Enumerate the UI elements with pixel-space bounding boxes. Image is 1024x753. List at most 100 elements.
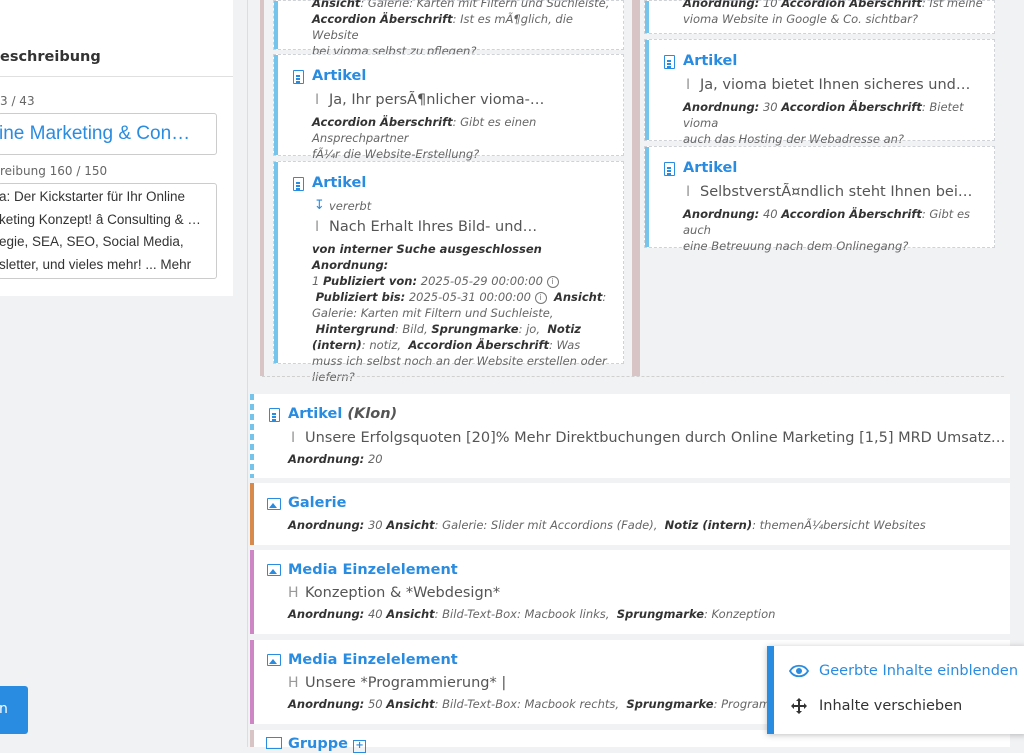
- meta-value: Bild,: [402, 322, 428, 336]
- save-button-label: n: [0, 701, 8, 717]
- card-title[interactable]: Artikel: [312, 175, 366, 191]
- context-menu-accent: [767, 646, 774, 734]
- row-meta: Anordnung: 30 Ansicht: Galerie: Slider m…: [288, 518, 926, 532]
- description-line: a: Der Kickstarter für Ihr Online: [0, 189, 186, 204]
- card-header: Ja, vioma bietet Ihnen sicheres und…: [700, 77, 971, 93]
- row-title[interactable]: Galerie: [288, 495, 346, 511]
- card-title[interactable]: Artikel: [683, 53, 737, 69]
- meta-value: Bild-Text-Box: Macbook links,: [442, 607, 610, 621]
- meta-value: Konzeption: [711, 607, 776, 621]
- article-card[interactable]: Ansicht: Galerie: Karten mit Filtern und…: [273, 0, 624, 58]
- meta-label: Anordnung:: [288, 607, 365, 621]
- move-content-item[interactable]: Inhalte verschieben: [789, 692, 1024, 722]
- meta-value: auch das Hosting der Webadresse an?: [683, 132, 905, 146]
- article-card[interactable]: Artikel Ⅰ SelbstverstÃ¤ndlich steht Ihne…: [644, 146, 995, 253]
- document-icon: [664, 55, 675, 69]
- meta-label: Anordnung:: [288, 518, 365, 532]
- clone-label: (Klon): [347, 406, 398, 422]
- article-card-bar: [274, 1, 278, 49]
- row-header: Unsere Erfolgsquoten [20]% Mehr Direktbu…: [305, 430, 1006, 446]
- row-header: Konzeption & *Webdesign*: [305, 585, 501, 601]
- row-header: Unsere *Programmierung* |: [305, 675, 507, 691]
- meta-value: 40: [762, 207, 778, 221]
- meta-label: Accordion Äberschrift: [781, 100, 922, 114]
- meta-value: Galerie: Slider mit Accordions (Fade),: [442, 518, 658, 532]
- card-meta: Anordnung: 10 Accordion Äberschrift: Ist…: [683, 0, 988, 27]
- show-inherited-content-label: Geerbte Inhalte einblenden: [819, 663, 1019, 679]
- content-row-gallery[interactable]: Galerie Anordnung: 30 Ansicht: Galerie: …: [250, 483, 1010, 545]
- card-header: Ja, Ihr persÃ¶nlicher vioma-…: [329, 92, 545, 108]
- meta-label: Sprungmarke: [431, 322, 519, 336]
- image-icon: [267, 498, 281, 510]
- show-inherited-content-item[interactable]: Geerbte Inhalte einblenden: [789, 657, 1024, 687]
- card-title[interactable]: Artikel: [683, 160, 737, 176]
- image-icon: [267, 564, 281, 576]
- row-title-text: Artikel: [288, 406, 343, 422]
- meta-value: Ist meine: [929, 0, 983, 10]
- card-header: SelbstverstÃ¤ndlich steht Ihnen bei…: [700, 184, 973, 200]
- row-title[interactable]: Gruppe +: [288, 736, 367, 753]
- article-card-bar: [645, 40, 649, 140]
- card-meta: Ansicht: Galerie: Karten mit Filtern und…: [312, 0, 612, 59]
- meta-value: vioma Website in Google & Co. sichtbar?: [683, 12, 918, 26]
- document-icon: [293, 70, 304, 84]
- article-card[interactable]: Artikel ↧ vererbt Ⅰ Nach Erhalt Ihres Bi…: [273, 161, 624, 384]
- card-title[interactable]: Artikel: [312, 68, 366, 84]
- meta-label: Anordnung:: [683, 100, 760, 114]
- description-line: egie, SEA, SEO, Social Media,: [0, 234, 184, 249]
- meta-label: Anordnung:: [288, 452, 365, 466]
- article-card-bar: [274, 55, 278, 155]
- document-icon: [293, 177, 304, 191]
- description-counter: reibung 160 / 150: [0, 164, 108, 178]
- meta-value: jo,: [526, 322, 540, 336]
- seo-title-input[interactable]: ine Marketing & Con…: [0, 113, 217, 155]
- meta-label: Accordion Äberschrift: [781, 0, 922, 10]
- sidebar-panel: eschreibung 3 / 43 ine Marketing & Con… …: [0, 0, 233, 296]
- row-meta: Anordnung: 50 Ansicht: Bild-Text-Box: Ma…: [288, 697, 804, 711]
- meta-label: Sprungmarke: [626, 697, 714, 711]
- meta-value: 30: [367, 518, 383, 532]
- article-card-bar: [645, 1, 649, 33]
- row-meta: Anordnung: 20: [288, 452, 383, 466]
- card-meta: von interner Suche ausgeschlossen Anordn…: [312, 242, 607, 384]
- article-card-bar: [645, 147, 649, 247]
- move-content-label: Inhalte verschieben: [819, 698, 963, 714]
- meta-value: 20: [367, 452, 383, 466]
- inherited-label: vererbt: [329, 199, 372, 213]
- card-meta: Accordion Äberschrift: Gibt es einen Ans…: [312, 115, 537, 161]
- eye-icon: [789, 664, 809, 678]
- container-bar-right: [636, 0, 640, 376]
- row-title[interactable]: Artikel (Klon): [288, 406, 397, 422]
- card-meta: Anordnung: 40 Accordion Äberschrift: Gib…: [683, 207, 971, 253]
- meta-label: Ansicht: [386, 607, 435, 621]
- meta-label: Publiziert von:: [322, 274, 418, 288]
- container-bar-left: [260, 0, 264, 376]
- description-line: keting Konzept! â Consulting & …: [0, 211, 201, 227]
- article-card[interactable]: Anordnung: 10 Accordion Äberschrift: Ist…: [644, 0, 995, 34]
- save-button[interactable]: n: [0, 686, 28, 734]
- article-card[interactable]: Artikel Ⅰ Ja, Ihr persÃ¶nlicher vioma-… …: [273, 54, 624, 161]
- meta-value: 30: [762, 100, 778, 114]
- content-row-media[interactable]: Media Einzelelement H Konzeption & *Webd…: [250, 550, 1010, 634]
- row-title[interactable]: Media Einzelelement: [288, 562, 458, 578]
- meta-label: Anordnung:: [683, 0, 760, 10]
- meta-value: Galerie: Karten mit Filtern und Suchleis…: [312, 306, 554, 320]
- meta-label: Ansicht: [386, 518, 435, 532]
- text-cursor-icon: Ⅰ: [686, 77, 691, 93]
- content-row-article-clone[interactable]: Artikel (Klon) Ⅰ Unsere Erfolgsquoten [2…: [250, 394, 1010, 478]
- meta-label: Accordion Äberschrift: [781, 207, 922, 221]
- image-icon: [267, 654, 281, 666]
- meta-value: Galerie: Karten mit Filtern und Suchleis…: [367, 0, 610, 10]
- meta-label: Anordnung:: [312, 258, 389, 272]
- row-meta: Anordnung: 40 Ansicht: Bild-Text-Box: Ma…: [288, 607, 776, 621]
- meta-label: Sprungmarke: [616, 607, 704, 621]
- meta-value: 1: [312, 274, 320, 288]
- seo-description-textarea[interactable]: a: Der Kickstarter für Ihr Online keting…: [0, 183, 217, 279]
- meta-value: 50: [367, 697, 383, 711]
- context-menu: Geerbte Inhalte einblenden Inhalte versc…: [767, 646, 1024, 734]
- sidebar-divider: [0, 76, 233, 77]
- main-divider: [247, 0, 248, 747]
- article-card[interactable]: Artikel Ⅰ Ja, vioma bietet Ihnen sichere…: [644, 39, 995, 146]
- row-title[interactable]: Media Einzelelement: [288, 652, 458, 668]
- meta-value: 2025-05-29 00:00:00: [420, 274, 543, 288]
